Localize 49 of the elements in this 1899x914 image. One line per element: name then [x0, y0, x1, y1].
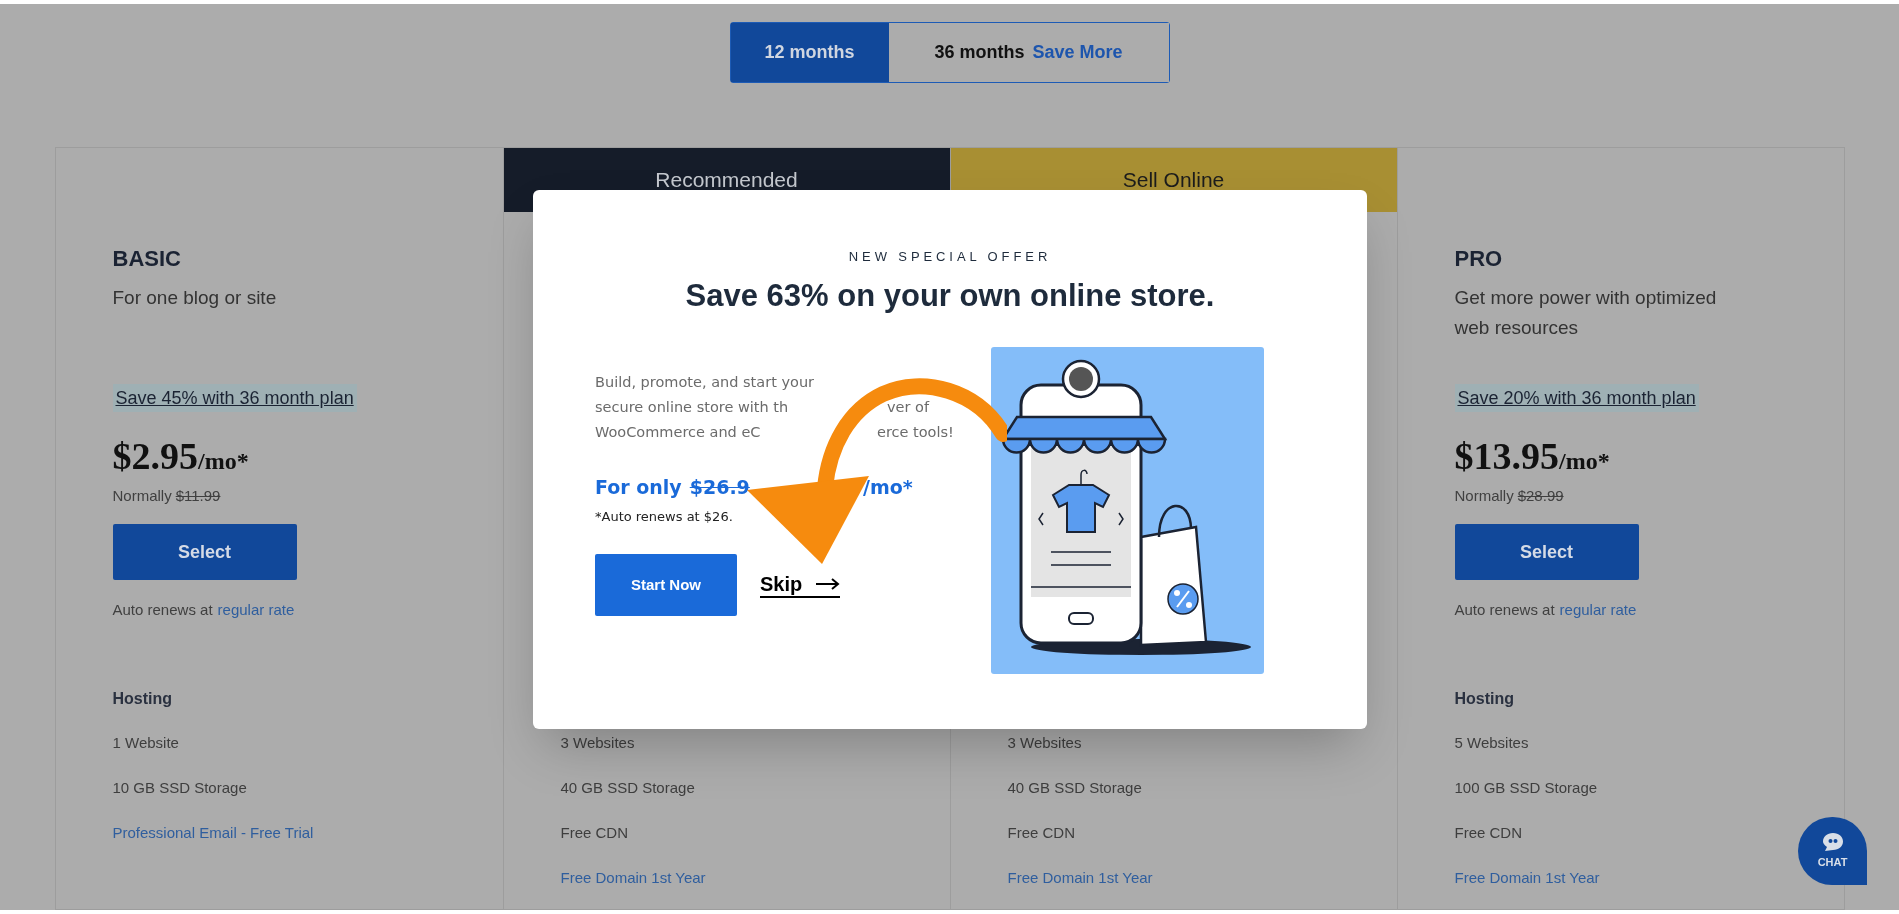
skip-link[interactable]: Skip [760, 572, 841, 598]
offer-price-unit: /mo* [863, 474, 913, 500]
price-unit: /mo* [1559, 448, 1610, 476]
description-text: erce tools! [877, 423, 954, 440]
price-unit: /mo* [198, 448, 249, 476]
plan-subtitle: For one blog or site [112, 286, 278, 310]
normally-label: Normally [1454, 486, 1514, 506]
feature-text: 5 Websites [1454, 733, 1529, 754]
features-heading: Hosting [112, 689, 174, 709]
save-more-label: Save More [1032, 42, 1123, 62]
select-button[interactable]: Select [1454, 524, 1639, 580]
chat-bubble-icon [1821, 831, 1844, 852]
renew-note: *Auto renews at $26. [595, 508, 734, 526]
features-heading: Hosting [1454, 689, 1516, 709]
description-text: secure online store with th [595, 398, 789, 415]
price: $2.95 [112, 434, 198, 478]
feature-text: 3 Websites [560, 733, 635, 754]
feature-text: 3 Websites [1007, 733, 1082, 754]
feature-text: Free CDN [560, 823, 628, 844]
old-price: $11.99 [175, 486, 221, 506]
billing-tab[interactable]: 12 months [730, 23, 889, 82]
description-text: WooCommerce and eC [595, 423, 761, 440]
feature-text: Free CDN [1007, 823, 1075, 844]
feature-text: 40 GB SSD Storage [560, 778, 695, 799]
select-button[interactable]: Select [112, 524, 297, 580]
chat-button[interactable]: CHAT [1798, 817, 1867, 885]
offer-title: Save 63% on your own online store. [685, 277, 1215, 315]
description-text: Build, promote, and start your [595, 373, 815, 390]
feature-text: 40 GB SSD Storage [1007, 778, 1142, 799]
feature-text: 1 Website [112, 733, 179, 754]
old-price: $28.99 [1517, 486, 1564, 506]
feature-text: Free CDN [1454, 823, 1522, 844]
normally-label: Normally [112, 486, 172, 506]
offer-eyebrow: NEW SPECIAL OFFER [848, 248, 1052, 266]
feature-text: 100 GB SSD Storage [1454, 778, 1598, 799]
renew-text: Auto renews at [1454, 600, 1555, 620]
arrow-right-icon [816, 578, 841, 590]
offer-old-price: $26.9 [689, 474, 750, 500]
description-text: ver of [887, 398, 930, 415]
price: $13.95 [1454, 434, 1559, 478]
renew-text: Auto renews at [112, 600, 213, 620]
offer-price-label: For only [595, 474, 682, 500]
plan-name: BASIC [112, 245, 182, 273]
plan-subtitle: Get more power with optimized web resources [1454, 286, 1718, 340]
save-note-link[interactable]: Save 45% with 36 month plan [112, 384, 357, 412]
start-now-button[interactable]: Start Now [595, 554, 737, 616]
feature-text: 10 GB SSD Storage [112, 778, 247, 799]
plan-name: PRO [1454, 245, 1504, 273]
save-note-link[interactable]: Save 20% with 36 month plan [1454, 384, 1699, 412]
